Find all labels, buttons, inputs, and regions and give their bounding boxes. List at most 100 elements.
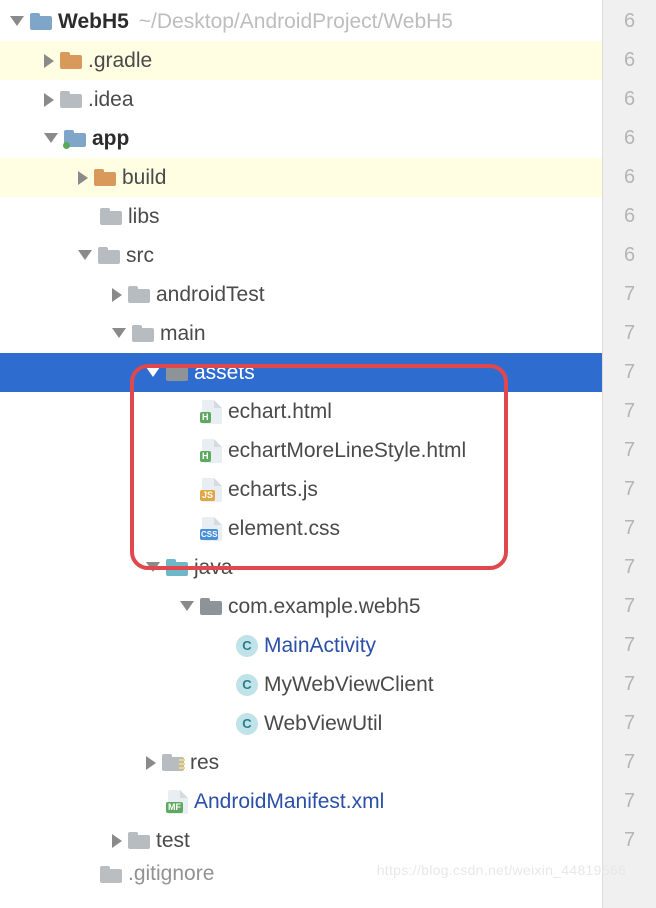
tree-item-label: androidTest	[156, 283, 265, 307]
arrow-placeholder	[214, 639, 230, 653]
tree-item-label: MyWebViewClient	[264, 673, 434, 697]
tree-row[interactable]: app	[0, 119, 602, 158]
chevron-down-icon[interactable]	[180, 601, 194, 611]
chevron-right-icon[interactable]	[78, 171, 88, 185]
tree-row[interactable]: res	[0, 743, 602, 782]
gutter-number: 7	[624, 509, 635, 548]
tree-row[interactable]: CSS element.css	[0, 509, 602, 548]
html-file-icon: H	[202, 439, 222, 463]
tree-row[interactable]: test	[0, 821, 602, 860]
css-file-icon: CSS	[202, 517, 222, 541]
chevron-right-icon[interactable]	[112, 834, 122, 848]
tree-row[interactable]: androidTest	[0, 275, 602, 314]
manifest-file-icon: MF	[168, 790, 188, 814]
tree-item-label: AndroidManifest.xml	[194, 790, 384, 814]
chevron-right-icon[interactable]	[146, 756, 156, 770]
arrow-placeholder	[180, 483, 196, 497]
tree-row[interactable]: CWebViewUtil	[0, 704, 602, 743]
gutter-number: 7	[624, 275, 635, 314]
tree-item-label: .idea	[88, 88, 134, 112]
folder-icon	[166, 364, 188, 381]
tree-row[interactable]: assets	[0, 353, 602, 392]
gutter-number: 7	[624, 665, 635, 704]
chevron-down-icon[interactable]	[112, 328, 126, 338]
chevron-down-icon[interactable]	[146, 367, 160, 377]
chevron-down-icon[interactable]	[78, 250, 92, 260]
chevron-right-icon[interactable]	[44, 54, 54, 68]
arrow-placeholder	[214, 678, 230, 692]
folder-icon	[100, 866, 122, 883]
gutter-number: 7	[624, 314, 635, 353]
tree-row[interactable]: .gradle	[0, 41, 602, 80]
class-icon: C	[236, 713, 258, 735]
arrow-placeholder	[78, 210, 94, 224]
tree-row[interactable]: C MyWebViewClient	[0, 665, 602, 704]
tree-row[interactable]: libs	[0, 197, 602, 236]
chevron-down-icon[interactable]	[44, 133, 58, 143]
tree-row[interactable]: MFAndroidManifest.xml	[0, 782, 602, 821]
tree-row[interactable]: WebH5 ~/Desktop/AndroidProject/WebH5	[0, 2, 602, 41]
folder-icon	[60, 91, 82, 108]
arrow-placeholder	[180, 522, 196, 536]
right-gutter: 6666666777777777777777	[602, 0, 656, 908]
html-file-icon: H	[202, 400, 222, 424]
gutter-number: 7	[624, 626, 635, 665]
folder-icon	[60, 52, 82, 69]
js-file-icon: JS	[202, 478, 222, 502]
tree-item-label: assets	[194, 361, 255, 385]
tree-item-label: main	[160, 322, 206, 346]
arrow-placeholder	[180, 444, 196, 458]
gutter-number: 7	[624, 821, 635, 860]
tree-item-label: echarts.js	[228, 478, 318, 502]
tree-item-label: com.example.webh5	[228, 595, 421, 619]
gutter-number: 6	[624, 119, 635, 158]
chevron-right-icon[interactable]	[44, 93, 54, 107]
gutter-number: 7	[624, 392, 635, 431]
gutter-number: 6	[624, 197, 635, 236]
tree-row[interactable]: src	[0, 236, 602, 275]
tree-item-label: app	[92, 127, 129, 151]
folder-icon	[166, 559, 188, 576]
chevron-right-icon[interactable]	[112, 288, 122, 302]
gutter-number: 6	[624, 80, 635, 119]
folder-icon	[64, 130, 86, 147]
folder-icon	[100, 208, 122, 225]
gutter-number: 7	[624, 548, 635, 587]
tree-item-label: .gitignore	[128, 862, 214, 886]
chevron-down-icon[interactable]	[10, 16, 24, 26]
arrow-placeholder	[146, 795, 162, 809]
chevron-down-icon[interactable]	[146, 562, 160, 572]
folder-icon	[162, 754, 184, 771]
tree-item-label: element.css	[228, 517, 340, 541]
tree-item-label: test	[156, 829, 190, 853]
project-tree[interactable]: WebH5 ~/Desktop/AndroidProject/WebH5 .grad…	[0, 0, 602, 908]
tree-row[interactable]: build	[0, 158, 602, 197]
class-icon: C	[236, 674, 258, 696]
tree-item-label: libs	[128, 205, 160, 229]
tree-row[interactable]: HechartMoreLineStyle.html	[0, 431, 602, 470]
tree-row[interactable]: .idea	[0, 80, 602, 119]
tree-item-label: WebH5	[58, 10, 129, 34]
tree-item-label: res	[190, 751, 219, 775]
folder-icon	[94, 169, 116, 186]
gutter-number: 7	[624, 704, 635, 743]
tree-row[interactable]: main	[0, 314, 602, 353]
project-path: ~/Desktop/AndroidProject/WebH5	[139, 10, 453, 34]
tree-row[interactable]: com.example.webh5	[0, 587, 602, 626]
tree-row[interactable]: Hechart.html	[0, 392, 602, 431]
tree-row[interactable]: JSecharts.js	[0, 470, 602, 509]
tree-item-label: java	[194, 556, 233, 580]
gutter-number: 7	[624, 431, 635, 470]
tree-item-label: .gradle	[88, 49, 152, 73]
tree-item-label: build	[122, 166, 166, 190]
tree-row[interactable]: .gitignore	[0, 860, 602, 888]
gutter-number: 7	[624, 587, 635, 626]
gutter-number: 7	[624, 470, 635, 509]
tree-row[interactable]: java	[0, 548, 602, 587]
arrow-placeholder	[180, 405, 196, 419]
arrow-placeholder	[214, 717, 230, 731]
gutter-number: 7	[624, 353, 635, 392]
tree-item-label: echart.html	[228, 400, 332, 424]
tree-row[interactable]: CMainActivity	[0, 626, 602, 665]
tree-item-label: src	[126, 244, 154, 268]
